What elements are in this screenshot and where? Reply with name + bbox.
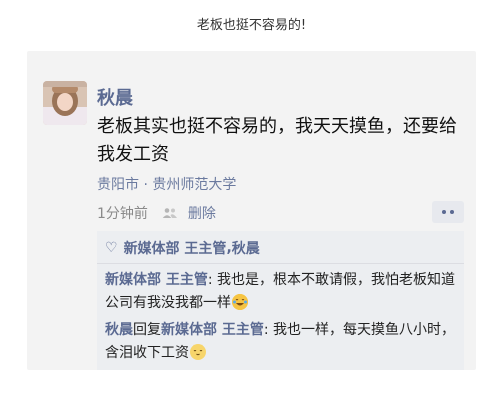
more-icon[interactable] [432, 201, 464, 223]
feedback-box: ♡ 新媒体部 王主管 , 秋晨 新媒体部 王主管: 我也是，根本不敢请假，我怕老… [97, 231, 464, 370]
cat-emoji-icon [190, 344, 206, 360]
more-dot [450, 210, 454, 214]
image-caption: 老板也挺不容易的! [196, 18, 307, 33]
comment-item[interactable]: 秋晨回复新媒体部 王主管: 我也一样，每天摸鱼八小时，含泪收下工资 [105, 319, 457, 365]
liker-name[interactable]: 秋晨 [232, 238, 260, 258]
comment-colon: : [207, 272, 218, 288]
laugh-emoji-icon [232, 294, 248, 310]
more-dot [442, 210, 446, 214]
people-icon [162, 208, 177, 218]
post-time: 1分钟前 [97, 206, 148, 222]
reply-to-name[interactable]: 新媒体部 王主管 [161, 322, 264, 338]
reply-word: 回复 [133, 322, 161, 338]
page: 老板也挺不容易的! 秋晨 老板其实也挺不容易的，我天天摸鱼，还要给我发工资 贵阳… [0, 0, 503, 409]
comment-item[interactable]: 新媒体部 王主管: 我也是，根本不敢请假，我怕老板知道公司有我没我都一样 [105, 269, 457, 315]
avatar[interactable] [43, 81, 87, 125]
post-location[interactable]: 贵阳市 · 贵州师范大学 [97, 174, 236, 194]
moments-post-card: 秋晨 老板其实也挺不容易的，我天天摸鱼，还要给我发工资 贵阳市 · 贵州师范大学… [27, 51, 476, 370]
liker-name[interactable]: 新媒体部 王主管 [124, 238, 227, 258]
avatar-image [43, 81, 87, 125]
likes-divider [97, 263, 464, 264]
comment-author[interactable]: 秋晨 [105, 322, 133, 338]
heart-icon: ♡ [105, 240, 118, 256]
comment-colon: : [263, 322, 274, 338]
post-meta: 1分钟前 删除 [97, 203, 216, 223]
comment-author[interactable]: 新媒体部 王主管 [105, 272, 208, 288]
delete-button[interactable]: 删除 [188, 203, 216, 223]
post-author-name[interactable]: 秋晨 [97, 84, 133, 110]
likes-row: ♡ 新媒体部 王主管 , 秋晨 [105, 237, 260, 259]
post-text: 老板其实也挺不容易的，我天天摸鱼，还要给我发工资 [97, 116, 457, 165]
